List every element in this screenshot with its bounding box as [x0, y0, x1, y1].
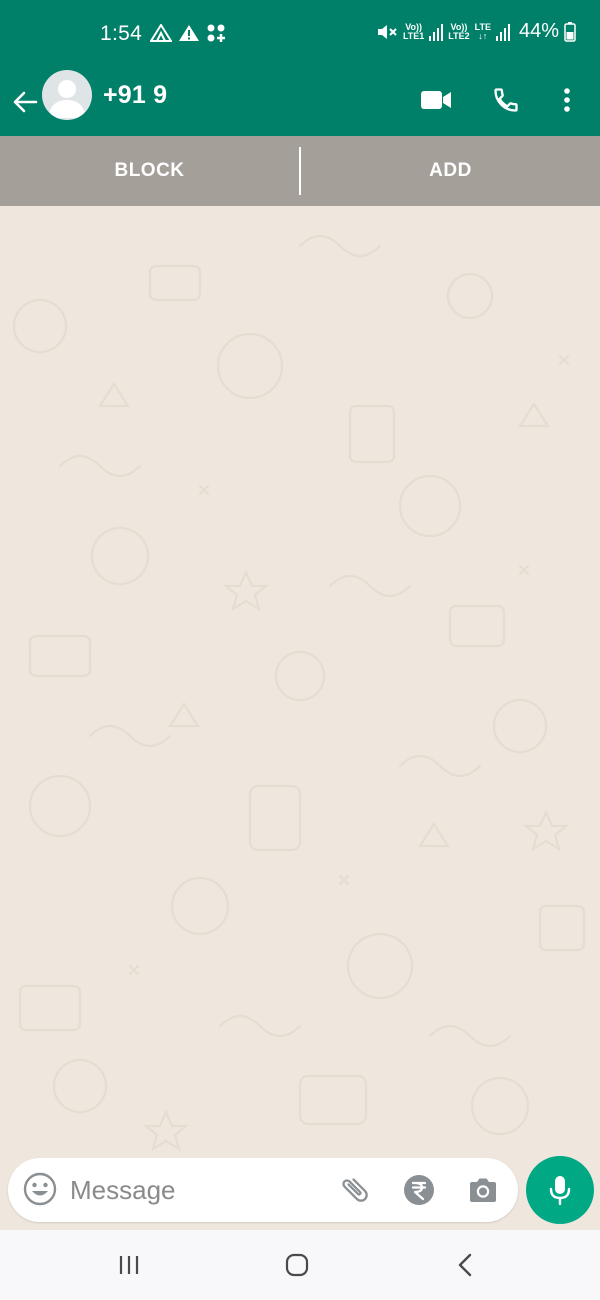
video-call-button[interactable]: [414, 78, 458, 122]
chat-header: +91 9: [0, 68, 600, 136]
contact-name[interactable]: +91 9: [103, 81, 167, 110]
emoji-icon: [23, 1172, 57, 1206]
mute-icon: [377, 24, 397, 39]
recent-apps-icon: [119, 1256, 139, 1274]
more-options-button[interactable]: [545, 78, 589, 122]
apps-icon: [207, 24, 225, 42]
avatar-icon: [48, 80, 86, 118]
emoji-button[interactable]: [22, 1171, 58, 1207]
home-icon: [285, 1253, 309, 1277]
rupee-payment-icon: [404, 1175, 434, 1205]
battery-percent: 44%: [518, 20, 559, 42]
status-bar: 1:54 Vo)) LTE1 Vo)) LTE2 LTE ↓↑ 44%: [0, 0, 600, 68]
video-call-icon: [421, 91, 451, 109]
battery-icon: [564, 21, 576, 42]
message-input[interactable]: [70, 1172, 320, 1208]
back-icon: [458, 1253, 472, 1277]
payment-button[interactable]: [400, 1171, 438, 1209]
home-button[interactable]: [275, 1248, 319, 1282]
avatar[interactable]: [42, 70, 92, 120]
back-button[interactable]: [8, 80, 42, 124]
data-network-tag: LTE ↓↑: [474, 21, 491, 41]
unknown-contact-action-bar: BLOCK ADD: [0, 136, 600, 206]
system-back-button[interactable]: [443, 1248, 487, 1282]
voice-call-icon: [494, 88, 518, 112]
mic-icon: [549, 1176, 571, 1206]
block-button[interactable]: BLOCK: [0, 136, 299, 206]
warning-icon: [179, 25, 199, 41]
status-notification-icons: [150, 24, 226, 42]
camera-button[interactable]: [464, 1171, 502, 1209]
recent-apps-button[interactable]: [107, 1248, 151, 1282]
voice-call-button[interactable]: [484, 78, 528, 122]
message-composer: [8, 1158, 518, 1222]
signal-icon: [495, 23, 510, 41]
chat-area[interactable]: [0, 206, 600, 1230]
signal-a-icon: [150, 24, 172, 42]
voice-message-button[interactable]: [526, 1156, 594, 1224]
more-options-icon: [564, 88, 570, 112]
chat-wallpaper: [12, 234, 591, 1208]
system-navigation-bar: [0, 1230, 600, 1300]
add-contact-button[interactable]: ADD: [301, 136, 600, 206]
status-system-icons: Vo)) LTE1 Vo)) LTE2 LTE ↓↑ 44%: [376, 20, 576, 43]
camera-icon: [470, 1178, 496, 1202]
attach-button[interactable]: [336, 1171, 374, 1209]
signal-icon: [429, 23, 444, 41]
attach-icon: [342, 1178, 368, 1202]
sim1-network-tag: Vo)) LTE1: [402, 21, 425, 41]
back-arrow-icon: [13, 91, 38, 113]
status-time: 1:54: [100, 22, 143, 45]
sim2-network-tag: Vo)) LTE2: [448, 21, 470, 41]
